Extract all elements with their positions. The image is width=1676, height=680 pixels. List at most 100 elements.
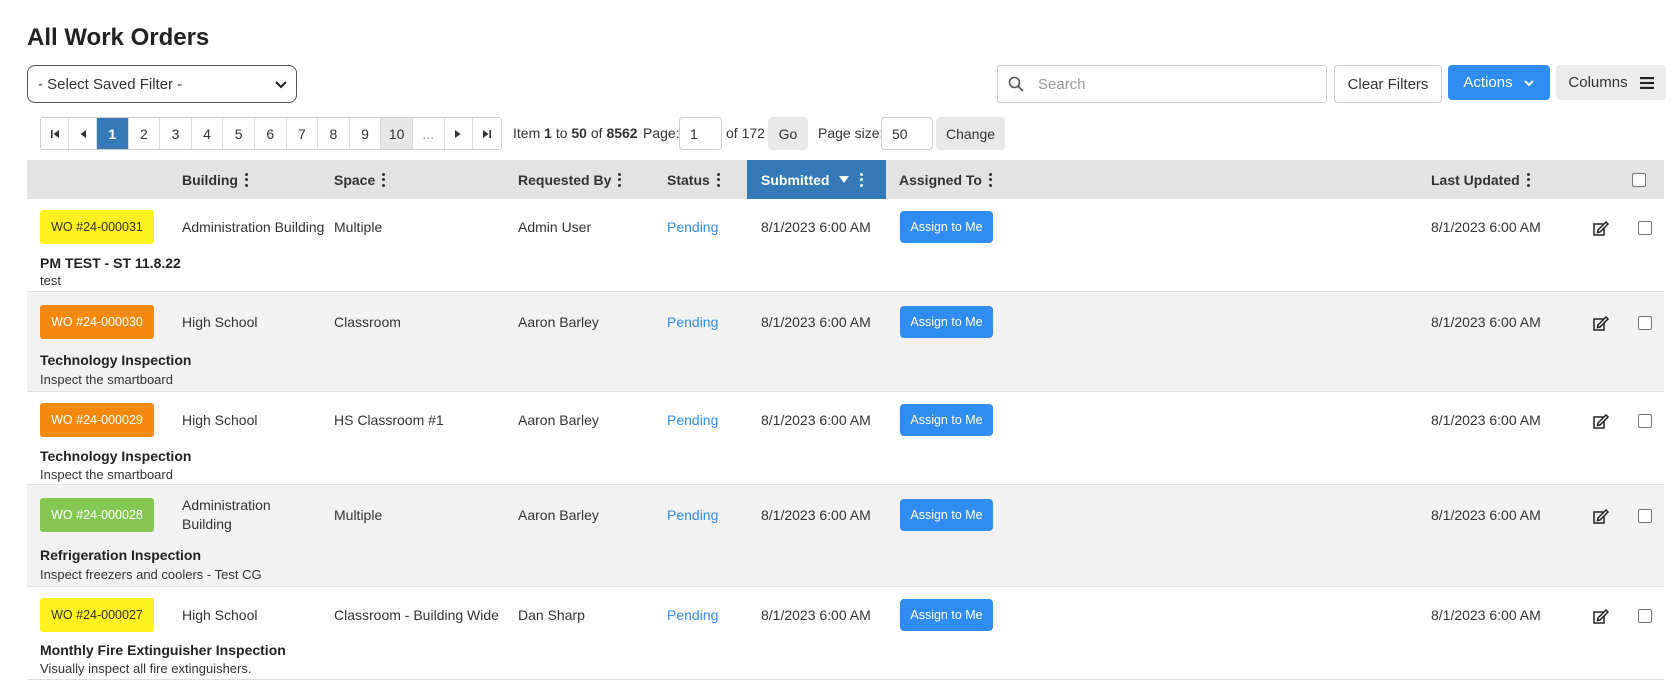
building-cell: High School [182, 607, 258, 623]
work-order-badge[interactable]: WO #24-000031 [40, 210, 154, 244]
column-label: Last Updated [1431, 171, 1520, 188]
row-select-checkbox[interactable] [1638, 509, 1652, 523]
edit-icon[interactable] [1592, 314, 1610, 332]
column-header-building[interactable]: Building [182, 160, 248, 199]
page-number-input[interactable]: 1 [679, 117, 722, 150]
work-order-title: Technology Inspection [40, 352, 192, 368]
page-button-9[interactable]: 9 [349, 118, 382, 149]
first-page-button[interactable] [41, 118, 69, 149]
prev-page-icon [80, 129, 86, 138]
columns-button[interactable]: Columns [1556, 65, 1666, 100]
column-label: Space [334, 171, 376, 188]
row-select-checkbox[interactable] [1638, 609, 1652, 623]
table-row[interactable]: WO #24-000029 High School HS Classroom #… [27, 392, 1664, 485]
page-button-7[interactable]: 7 [286, 118, 319, 149]
search-icon [998, 66, 1034, 102]
page-count: of 172 [726, 125, 765, 141]
clear-filters-button[interactable]: Clear Filters [1334, 65, 1442, 103]
page-button-1[interactable]: 1 [97, 118, 129, 149]
status-link[interactable]: Pending [667, 411, 718, 430]
page-size-input[interactable]: 50 [881, 117, 933, 150]
table-row[interactable]: WO #24-000030 High School Classroom Aaro… [27, 292, 1664, 392]
column-header-submitted[interactable]: Submitted [747, 160, 886, 199]
column-menu-icon[interactable] [244, 172, 248, 187]
column-menu-icon[interactable] [859, 172, 864, 187]
saved-filter-select[interactable]: - Select Saved Filter - [27, 65, 297, 103]
assign-to-me-button[interactable]: Assign to Me [900, 306, 993, 338]
row-select-checkbox[interactable] [1638, 316, 1652, 330]
table-row[interactable]: WO #24-000031 Administration Building Mu… [27, 199, 1664, 292]
item-of-word: of [590, 125, 603, 141]
select-all-checkbox[interactable] [1632, 172, 1646, 187]
item-prefix: Item [513, 125, 541, 141]
assign-to-me-button[interactable]: Assign to Me [900, 499, 993, 531]
work-order-description: Inspect the smartboard [40, 372, 173, 387]
requested-by-cell: Aaron Barley [518, 412, 599, 428]
submitted-cell: 8/1/2023 6:00 AM [761, 412, 871, 428]
assign-to-me-button[interactable]: Assign to Me [900, 211, 993, 243]
last-page-button[interactable] [472, 118, 501, 149]
column-header-assigned-to[interactable]: Assigned To [899, 160, 992, 199]
prev-page-button[interactable] [69, 118, 97, 149]
page-button-8[interactable]: 8 [318, 118, 350, 149]
next-page-button[interactable] [444, 118, 473, 149]
sort-descending-icon [839, 175, 850, 183]
building-cell: Administration Building [182, 219, 325, 235]
actions-button[interactable]: Actions [1448, 65, 1550, 100]
column-header-status[interactable]: Status [667, 160, 720, 199]
status-link[interactable]: Pending [667, 506, 718, 525]
assign-to-me-button[interactable]: Assign to Me [900, 599, 993, 631]
page-ellipsis-button[interactable]: ... [412, 118, 445, 149]
submitted-cell: 8/1/2023 6:00 AM [761, 219, 871, 235]
go-button[interactable]: Go [768, 117, 808, 150]
page-button-2[interactable]: 2 [128, 118, 161, 149]
search-box [997, 65, 1327, 103]
page-button-10[interactable]: 10 [381, 118, 413, 149]
edit-icon[interactable] [1592, 412, 1610, 430]
row-select-checkbox[interactable] [1638, 221, 1652, 235]
page-button-6[interactable]: 6 [254, 118, 287, 149]
building-cell: High School [182, 412, 258, 428]
row-select-checkbox[interactable] [1638, 414, 1652, 428]
status-link[interactable]: Pending [667, 606, 718, 625]
page-button-4[interactable]: 4 [191, 118, 224, 149]
search-input[interactable] [1034, 74, 1314, 94]
work-order-badge[interactable]: WO #24-000028 [40, 498, 154, 532]
column-header-space[interactable]: Space [334, 160, 386, 199]
building-cell: High School [182, 314, 258, 330]
table-row[interactable]: WO #24-000028 Administration Building Mu… [27, 485, 1664, 587]
column-menu-icon[interactable] [988, 172, 992, 187]
column-label: Requested By [518, 171, 612, 188]
edit-icon[interactable] [1592, 607, 1610, 625]
column-menu-icon[interactable] [716, 172, 720, 187]
page-title: All Work Orders [27, 24, 210, 51]
work-order-badge[interactable]: WO #24-000027 [40, 598, 154, 632]
work-order-badge[interactable]: WO #24-000029 [40, 403, 154, 437]
column-menu-icon[interactable] [381, 172, 386, 187]
edit-icon[interactable] [1592, 507, 1610, 525]
column-header-last-updated[interactable]: Last Updated [1431, 160, 1530, 199]
status-link[interactable]: Pending [667, 313, 718, 332]
submitted-cell: 8/1/2023 6:00 AM [761, 607, 871, 623]
space-cell: HS Classroom #1 [334, 412, 444, 428]
status-link[interactable]: Pending [667, 218, 718, 237]
edit-icon[interactable] [1592, 219, 1610, 237]
chevron-down-icon [275, 81, 287, 89]
assign-to-me-button[interactable]: Assign to Me [900, 404, 993, 436]
change-page-size-button[interactable]: Change [936, 117, 1005, 150]
work-orders-page: All Work Orders - Select Saved Filter - … [0, 0, 1676, 680]
column-header-requested-by[interactable]: Requested By [518, 160, 622, 199]
page-button-3[interactable]: 3 [160, 118, 192, 149]
column-label: Building [182, 171, 238, 188]
columns-label: Columns [1568, 74, 1628, 91]
page-button-5[interactable]: 5 [223, 118, 255, 149]
column-menu-icon[interactable] [1526, 172, 1530, 187]
table-row[interactable]: WO #24-000027 High School Classroom - Bu… [27, 587, 1664, 680]
work-order-badge[interactable]: WO #24-000030 [40, 305, 154, 339]
space-cell: Classroom [334, 314, 401, 330]
requested-by-cell: Aaron Barley [518, 507, 599, 523]
column-menu-icon[interactable] [617, 172, 622, 187]
table-header: Building Space Requested By Status Submi… [27, 160, 1664, 199]
column-label: Submitted [761, 171, 830, 188]
first-page-icon [50, 129, 59, 138]
